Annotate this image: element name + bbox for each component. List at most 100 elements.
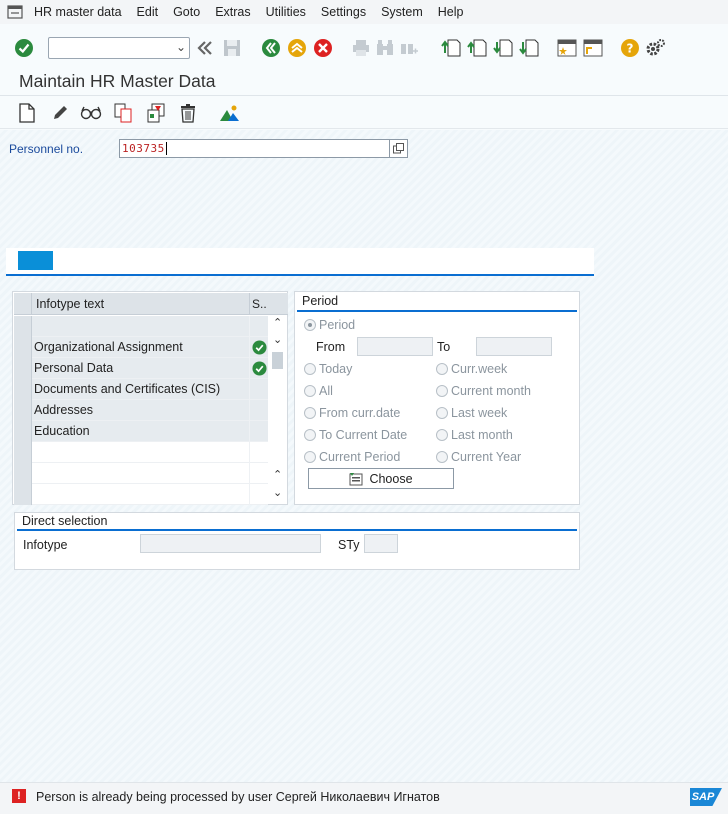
radio-label: Last week: [451, 406, 508, 420]
radio-label: Curr.week: [451, 362, 508, 376]
choose-button[interactable]: Choose: [308, 468, 454, 489]
chevron-down-icon[interactable]: ⌄: [176, 40, 186, 54]
status-message[interactable]: Person is already being processed by use…: [36, 790, 440, 804]
radio-curr-week[interactable]: Curr.week: [436, 362, 507, 376]
radio-button[interactable]: [436, 407, 448, 419]
table-row[interactable]: Organizational Assignment: [14, 337, 268, 358]
table-row[interactable]: Addresses: [14, 400, 268, 421]
to-date-input[interactable]: [476, 337, 552, 356]
radio-period[interactable]: Period: [304, 318, 355, 332]
save-icon[interactable]: [221, 37, 243, 59]
row-selector[interactable]: [14, 316, 32, 337]
menu-extras[interactable]: Extras: [211, 5, 261, 19]
row-selector[interactable]: [14, 358, 32, 379]
infotype-table-header: Infotype text S..: [14, 293, 288, 315]
table-row[interactable]: Education: [14, 421, 268, 442]
row-selector[interactable]: [14, 484, 32, 505]
radio-label: From curr.date: [319, 406, 401, 420]
command-field[interactable]: ⌄: [48, 37, 190, 59]
enter-button[interactable]: [13, 37, 35, 59]
row-selector[interactable]: [14, 400, 32, 421]
command-collapse-icon[interactable]: [194, 37, 216, 59]
find-next-icon[interactable]: [398, 37, 420, 59]
create-icon[interactable]: [16, 102, 38, 124]
settings-gear-icon[interactable]: [645, 37, 667, 59]
radio-button[interactable]: [436, 429, 448, 441]
shortcut-icon[interactable]: [582, 37, 604, 59]
table-row[interactable]: [14, 316, 268, 337]
radio-button[interactable]: [304, 407, 316, 419]
app-menu-icon[interactable]: [0, 0, 30, 24]
table-row[interactable]: Documents and Certificates (CIS): [14, 379, 268, 400]
radio-current-year[interactable]: Current Year: [436, 450, 521, 464]
tab-active[interactable]: [18, 251, 53, 270]
delimit-icon[interactable]: [145, 102, 167, 124]
table-row[interactable]: Personal Data: [14, 358, 268, 379]
radio-button[interactable]: [304, 451, 316, 463]
radio-button[interactable]: [304, 319, 316, 331]
new-session-icon[interactable]: [556, 37, 578, 59]
help-icon[interactable]: ?: [619, 37, 641, 59]
radio-button[interactable]: [304, 363, 316, 375]
personnel-number-input[interactable]: 103735: [119, 139, 390, 158]
find-icon[interactable]: [374, 37, 396, 59]
radio-today[interactable]: Today: [304, 362, 352, 376]
from-date-input[interactable]: [357, 337, 433, 356]
delete-trash-icon[interactable]: [177, 102, 199, 124]
menu-utilities[interactable]: Utilities: [262, 5, 317, 19]
chevron-up-icon[interactable]: ⌃: [273, 468, 282, 481]
previous-page-icon[interactable]: [466, 37, 488, 59]
menu-edit[interactable]: Edit: [133, 5, 170, 19]
table-row[interactable]: [14, 442, 268, 463]
radio-button[interactable]: [436, 451, 448, 463]
row-selector[interactable]: [14, 421, 32, 442]
infotype-label: Documents and Certificates (CIS): [34, 382, 221, 396]
next-page-icon[interactable]: [492, 37, 514, 59]
radio-button[interactable]: [304, 429, 316, 441]
cancel-icon[interactable]: [312, 37, 334, 59]
first-page-icon[interactable]: [440, 37, 462, 59]
select-all-cell[interactable]: [14, 293, 32, 315]
print-icon[interactable]: [350, 37, 372, 59]
radio-all[interactable]: All: [304, 384, 333, 398]
radio-button[interactable]: [436, 363, 448, 375]
radio-button[interactable]: [304, 385, 316, 397]
error-icon[interactable]: !: [12, 789, 26, 803]
menu-help[interactable]: Help: [434, 5, 475, 19]
change-pencil-icon[interactable]: [49, 102, 71, 124]
group-divider: [297, 310, 577, 312]
radio-to-current-date[interactable]: To Current Date: [304, 428, 407, 442]
table-row[interactable]: [14, 484, 268, 505]
row-selector[interactable]: [14, 463, 32, 484]
menu-system[interactable]: System: [377, 5, 434, 19]
vertical-scrollbar[interactable]: ⌃ ⌄ ⌃ ⌄: [270, 316, 286, 504]
radio-button[interactable]: [436, 385, 448, 397]
row-selector[interactable]: [14, 442, 32, 463]
subtype-input[interactable]: [364, 534, 398, 553]
overview-icon[interactable]: [219, 102, 241, 124]
display-glasses-icon[interactable]: [80, 102, 102, 124]
menu-goto[interactable]: Goto: [169, 5, 211, 19]
menu-hr-master-data[interactable]: HR master data: [30, 5, 133, 19]
radio-from-curr-date[interactable]: From curr.date: [304, 406, 400, 420]
exit-icon[interactable]: [286, 37, 308, 59]
value-help-icon[interactable]: [390, 139, 408, 158]
radio-last-week[interactable]: Last week: [436, 406, 507, 420]
chevron-down-icon[interactable]: ⌄: [273, 333, 282, 346]
copy-icon[interactable]: [112, 102, 134, 124]
scrollbar-thumb[interactable]: [272, 352, 283, 369]
radio-current-month[interactable]: Current month: [436, 384, 531, 398]
back-icon[interactable]: [260, 37, 282, 59]
infotype-input[interactable]: [140, 534, 321, 553]
table-row[interactable]: [14, 463, 268, 484]
chevron-down-icon[interactable]: ⌄: [273, 486, 282, 499]
last-page-icon[interactable]: [518, 37, 540, 59]
menu-settings[interactable]: Settings: [317, 5, 377, 19]
chevron-up-icon[interactable]: ⌃: [273, 316, 282, 329]
page-title: Maintain HR Master Data: [19, 71, 216, 91]
row-selector[interactable]: [14, 379, 32, 400]
infotype-label: Personal Data: [34, 361, 114, 375]
row-selector[interactable]: [14, 337, 32, 358]
radio-last-month[interactable]: Last month: [436, 428, 513, 442]
radio-current-period[interactable]: Current Period: [304, 450, 400, 464]
